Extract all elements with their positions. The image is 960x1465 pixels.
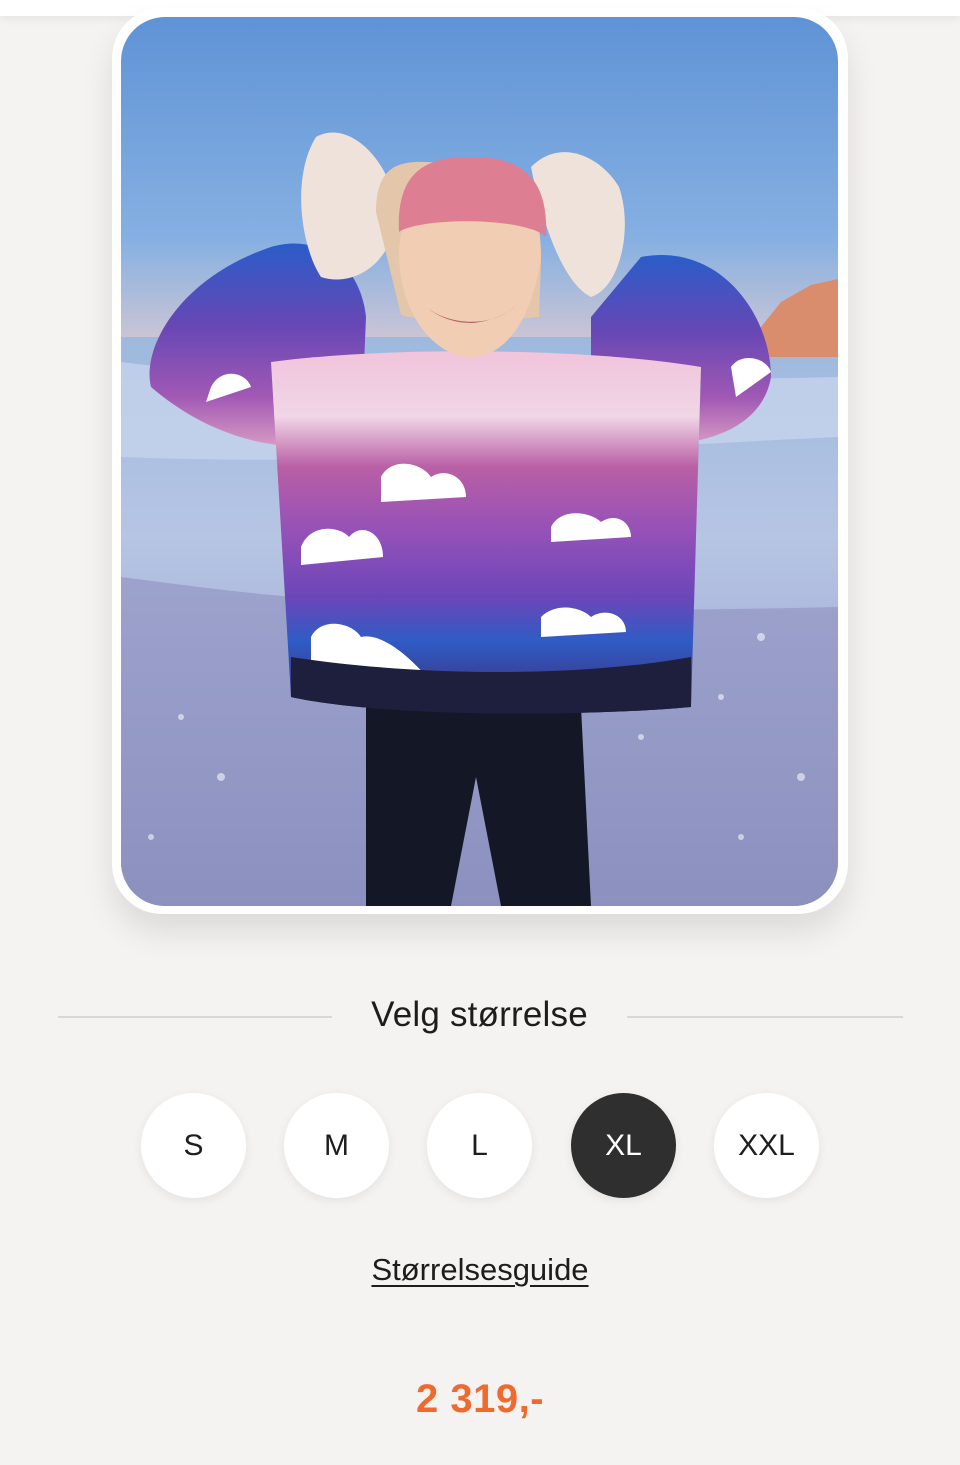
size-section-title: Velg størrelse [371,995,588,1034]
size-option-l[interactable]: L [427,1093,532,1198]
product-page: Velg størrelse S M L XL XXL Størrelsesgu… [0,0,960,1465]
size-section-header: Velg størrelse [58,990,903,1044]
size-option-xl[interactable]: XL [571,1093,676,1198]
price-label: 2 319,- [415,1377,545,1421]
size-guide-link[interactable]: Størrelsesguide [0,1250,960,1290]
size-option-xxl[interactable]: XXL [714,1093,819,1198]
divider-right [627,1016,903,1018]
size-option-m[interactable]: M [284,1093,389,1198]
product-photo[interactable] [121,17,838,906]
divider-left [58,1016,332,1018]
size-option-s[interactable]: S [141,1093,246,1198]
size-options: S M L XL XXL [0,1093,960,1199]
